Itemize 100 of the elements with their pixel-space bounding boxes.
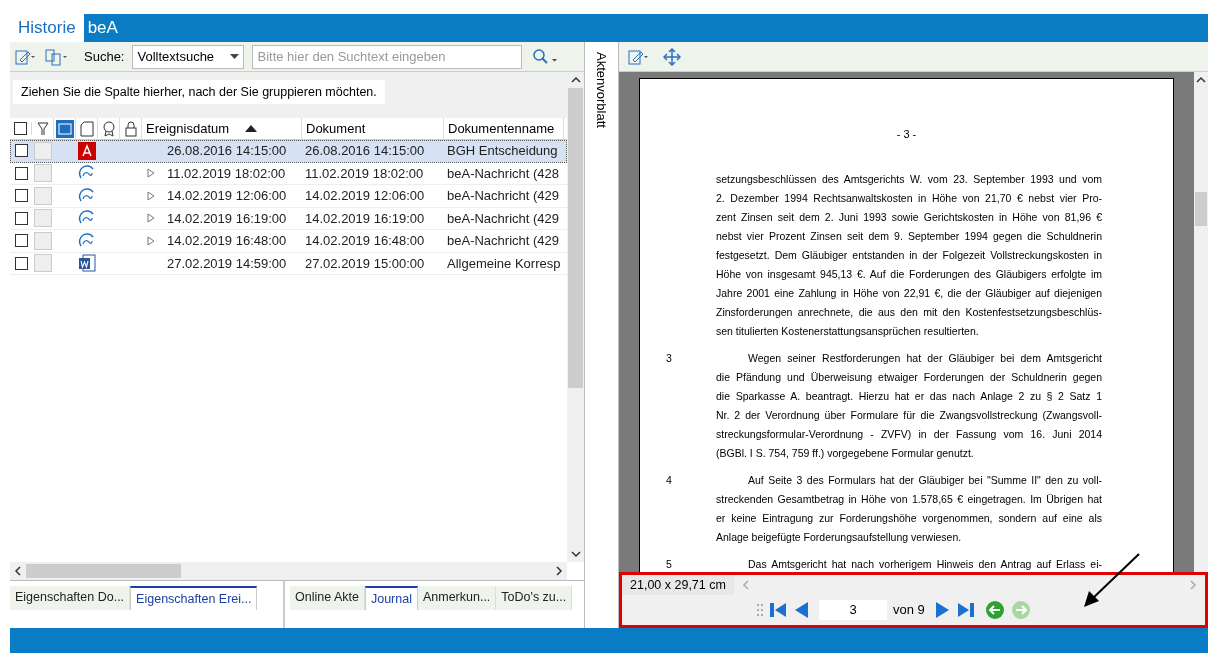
table-row[interactable]: 27.02.2019 14:59:00 27.02.2019 15:00:00 Allgemeine Korresp — [10, 252, 567, 275]
checkbox[interactable] — [14, 211, 28, 225]
scroll-up-icon[interactable] — [1196, 76, 1206, 84]
table-row[interactable]: 14.02.2019 16:19:00 14.02.2019 16:19:00 beA-Nachricht (429 — [10, 207, 567, 230]
text-line: streckungsformular-Verordnung - ZVFV) in der Fassung vom 16. Juni 2014 — [716, 427, 1102, 442]
last-page-icon[interactable] — [956, 601, 975, 619]
table-cell-text: 11.02.2019 18:02:00 — [167, 164, 286, 183]
text-line: zent Zinsen seit dem 2. Juni 1993 sowie Gerichtskosten in Höhe von 81,96 € — [716, 210, 1102, 225]
table-cell-text: beA-Nachricht (429 — [447, 209, 559, 228]
page-total: von 9 — [893, 601, 925, 620]
grip-icon — [757, 603, 763, 617]
checkbox[interactable] — [14, 234, 28, 248]
column-header[interactable]: Dokument — [302, 117, 444, 140]
tab[interactable]: Historie — [10, 14, 84, 42]
text-line: Höhe von insgesamt 945,13 €. Auf die Forderungen des Gläubigers erfolgte im — [716, 267, 1102, 282]
text-line: streckenden Gesamtbetrag in Höhe von 1.578,65 € eingetragen. Im Übrigen hat — [716, 492, 1102, 507]
table-row[interactable]: 14.02.2019 16:48:00 14.02.2019 16:48:00 beA-Nachricht (429 — [10, 230, 567, 253]
text-line: Zinsforderungen anrechnete, die aus den mit den Kostenfestsetzungsbeschlüs- — [716, 305, 1102, 320]
tab[interactable]: Online Akte — [290, 586, 365, 610]
scroll-thumb[interactable] — [568, 88, 583, 388]
scroll-thumb[interactable] — [1195, 192, 1207, 226]
side-tab[interactable]: Aktenvorblatt — [591, 52, 612, 128]
paragraph-number: 3 — [666, 352, 672, 364]
text-line: Jahre 2001 eine Zahlung in Höhe von 22,91 €, die der Gläubiger auf diejenigen — [716, 286, 1102, 301]
text-line: er keine Eintragung zur Forderungshöhe vorgenommen, sondern auf eine als — [716, 511, 1102, 526]
paragraph-number: 4 — [666, 474, 672, 486]
table-row[interactable]: 11.02.2019 18:02:00 11.02.2019 18:02:00 beA-Nachricht (428 — [10, 162, 567, 185]
edit-icon[interactable] — [627, 47, 651, 66]
message-icon[interactable] — [55, 119, 74, 138]
checkbox[interactable] — [14, 189, 28, 203]
edit-icon[interactable] — [14, 47, 36, 66]
search-field[interactable]: Bitte hier den Suchtext eingeben — [252, 44, 523, 69]
tab[interactable]: Anmerkun... — [417, 586, 497, 610]
transfer-icon[interactable] — [44, 47, 68, 66]
scroll-thumb[interactable] — [26, 564, 181, 578]
text-line: Das Amtsgericht hat nach vorherigem Hinweis den Antrag auf Erlass ei- — [747, 557, 1102, 572]
text-line: 2. Dezember 1994 Rechtsanwaltskosten in Höhe von 21,70 € nebst vier Pro- — [716, 191, 1102, 206]
column-header[interactable]: Ereignisdatum — [142, 117, 302, 140]
checkbox[interactable] — [14, 166, 28, 180]
table-cell-text: 14.02.2019 12:06:00 — [167, 187, 287, 205]
expand-icon[interactable] — [147, 213, 155, 224]
select-all-checkbox[interactable] — [14, 122, 27, 135]
table-cell-text: beA-Nachricht (428 — [447, 164, 559, 183]
page-number: - 3 - — [895, 127, 918, 142]
text-line: sen titulierten Kostenerstattungsansprüchen resultierten. — [716, 324, 980, 339]
search-label: Suche: — [84, 47, 125, 66]
funnel-icon[interactable] — [36, 121, 49, 136]
first-page-icon[interactable] — [769, 601, 787, 619]
previous-page-icon[interactable] — [793, 601, 809, 619]
group-hint: Ziehen Sie die Spalte hierher, nach der Sie gruppieren möchten. — [13, 79, 385, 105]
expand-icon[interactable] — [147, 235, 155, 246]
table-cell-text: 26.08.2016 14:15:00 — [167, 142, 287, 160]
table-cell-text: 14.02.2019 16:19:00 — [167, 209, 287, 228]
flag-cell — [34, 164, 52, 183]
table-cell-text: BGH Entscheidung — [447, 142, 558, 160]
table-cell-text: 11.02.2019 18:02:00 — [305, 164, 424, 183]
vertical-scrollbar[interactable] — [1194, 72, 1208, 572]
back-icon[interactable] — [984, 600, 1005, 620]
page-number-field[interactable]: 3 — [819, 600, 887, 620]
document-icon[interactable] — [79, 120, 94, 137]
table-cell-text: beA-Nachricht (429 — [447, 232, 559, 250]
search-mode-dropdown[interactable]: Volltextsuche — [132, 44, 245, 69]
text-line: (BGBl. I S. 754, 759 ff.) vorgegebene Formular genutzt. — [716, 446, 975, 461]
scroll-right-icon[interactable] — [555, 566, 563, 576]
table-row[interactable]: 26.08.2016 14:15:00 26.08.2016 14:15:00 BGH Entscheidung — [10, 140, 567, 163]
scroll-left-icon[interactable] — [14, 566, 22, 576]
horizontal-scrollbar[interactable] — [10, 562, 567, 580]
table-cell-text: 14.02.2019 16:48:00 — [305, 232, 425, 250]
table-row[interactable]: 14.02.2019 12:06:00 14.02.2019 12:06:00 beA-Nachricht (429 — [10, 185, 567, 208]
flag-cell — [34, 141, 52, 160]
page-size: 21,00 x 29,71 cm — [622, 575, 734, 595]
tab[interactable]: ToDo's zu... — [496, 586, 573, 610]
expand-icon[interactable] — [147, 190, 155, 201]
tab[interactable]: beA — [83, 14, 122, 42]
table-cell-text: 14.02.2019 16:19:00 — [305, 209, 425, 228]
table-cell-text: 27.02.2019 15:00:00 — [305, 254, 425, 273]
vertical-scrollbar[interactable] — [567, 72, 584, 562]
scroll-down-icon[interactable] — [570, 550, 581, 558]
tab[interactable]: Eigenschaften Erei... — [130, 586, 258, 610]
tab[interactable]: Eigenschaften Do... — [10, 586, 131, 610]
table-cell-text: 26.08.2016 14:15:00 — [305, 142, 425, 160]
text-line: Auf Seite 3 des Formulars hat der Gläubiger bei "Summe II" den zu voll- — [747, 473, 1102, 488]
text-line: Wegen seiner Restforderungen hat der Gläubiger bei dem Amtsgericht — [747, 351, 1102, 366]
checkbox[interactable] — [14, 256, 28, 270]
column-header[interactable]: Dokumentenname — [444, 117, 564, 140]
tab[interactable]: Journal — [364, 586, 418, 610]
flag-cell — [34, 254, 52, 273]
flag-cell — [34, 231, 52, 250]
scroll-up-icon[interactable] — [570, 76, 581, 84]
paragraph-number: 5 — [666, 558, 672, 570]
table-cell-text: 14.02.2019 12:06:00 — [305, 187, 425, 205]
award-icon[interactable] — [101, 120, 116, 137]
next-page-icon[interactable] — [934, 601, 951, 619]
expand-icon[interactable] — [147, 168, 155, 179]
table-cell-text: beA-Nachricht (429 — [447, 187, 559, 205]
checkbox[interactable] — [14, 144, 28, 158]
move-icon[interactable] — [663, 47, 681, 66]
text-line: setzungsbeschlüssen des Amtsgerichts W. vom 23. September 1993 und vom — [716, 172, 1102, 187]
lock-icon[interactable] — [124, 120, 137, 137]
text-line: Nr. 2 der Verordnung über Formulare für die Zwangsvollstreckung (Zwangsvoll- — [716, 408, 1102, 423]
